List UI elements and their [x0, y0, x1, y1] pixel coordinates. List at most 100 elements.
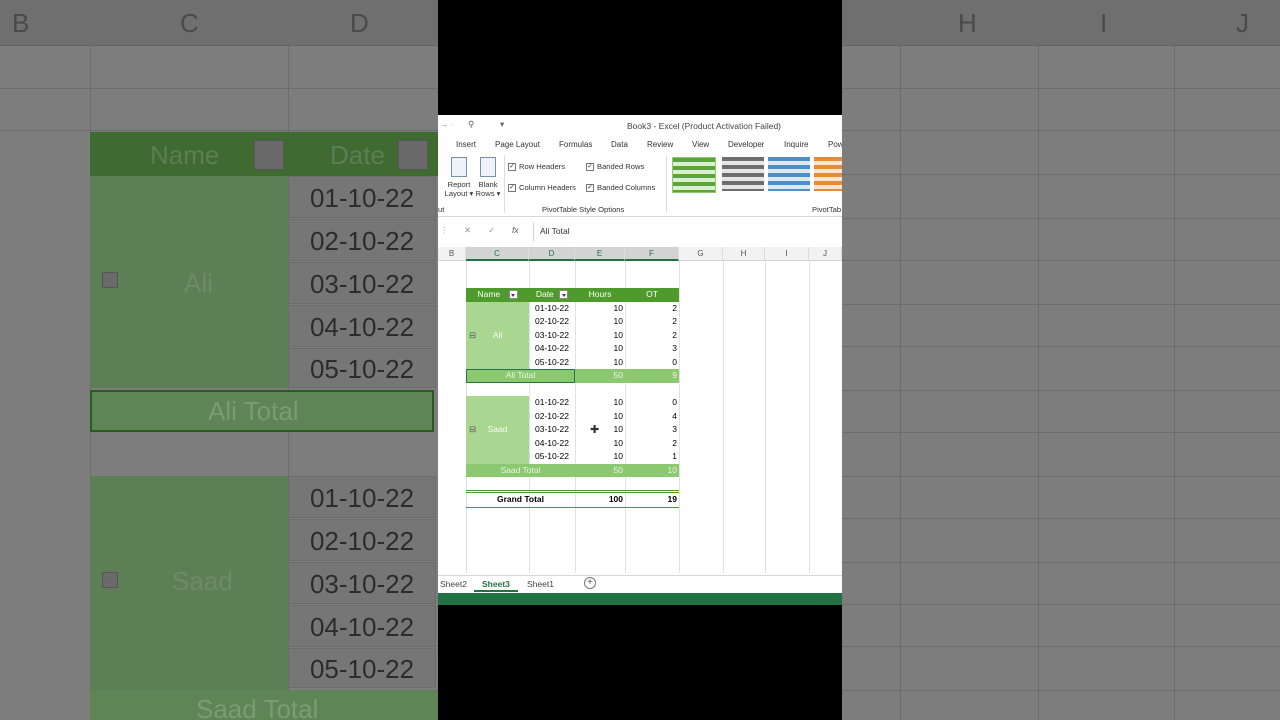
ot-cell[interactable]: 0 [625, 396, 679, 410]
hours-cell[interactable]: 10 [575, 450, 625, 464]
name-header-label: Name [477, 289, 501, 299]
banded-columns-checkbox[interactable]: ✓ Banded Columns [586, 183, 655, 192]
date-cell[interactable]: 02-10-22 [529, 315, 575, 329]
hours-cell[interactable]: 10 [575, 302, 625, 316]
ot-cell[interactable]: 2 [625, 437, 679, 451]
ot-cell[interactable]: 3 [625, 423, 679, 437]
pivot-header-name[interactable]: Name [466, 288, 529, 302]
ot-cell[interactable]: 2 [625, 302, 679, 316]
tab-review[interactable]: Review [647, 140, 673, 149]
hours-cell[interactable]: 10 [575, 342, 625, 356]
sheet-tab-sheet3[interactable]: Sheet3 [474, 576, 518, 592]
add-sheet-icon[interactable]: + [584, 577, 596, 589]
col-header-e[interactable]: E [575, 247, 625, 261]
date-filter-dropdown-icon[interactable] [559, 290, 569, 300]
group-ali[interactable]: ⊟ Ali [466, 301, 529, 370]
ribbon-design-panel: Report Layout ▾ Blank Rows ▾ ut ✓ Row Hea… [438, 153, 842, 217]
ot-cell[interactable]: 1 [625, 450, 679, 464]
col-header-d[interactable]: D [529, 247, 575, 261]
print-preview-icon[interactable]: ⚲ [468, 119, 474, 130]
ot-cell[interactable]: 3 [625, 342, 679, 356]
col-header-c[interactable]: C [466, 247, 529, 261]
col-header-b[interactable]: B [438, 247, 466, 261]
grand-total-label[interactable]: Grand Total [466, 493, 575, 507]
report-layout-label-2: Layout [444, 189, 468, 198]
hours-cell[interactable]: 10 [575, 437, 625, 451]
column-headers-checkbox[interactable]: ✓ Column Headers [508, 183, 576, 192]
ot-cell[interactable]: 4 [625, 410, 679, 424]
separator-icon: ∙ [451, 119, 454, 129]
collapse-icon[interactable]: ⊟ [469, 302, 476, 370]
date-cell[interactable]: 05-10-22 [529, 356, 575, 370]
cancel-icon[interactable]: ✕ [464, 225, 471, 236]
saad-total-hours[interactable]: 50 [575, 463, 625, 477]
date-cell[interactable]: 05-10-22 [529, 450, 575, 464]
pivot-style-orange-swatch[interactable] [814, 157, 842, 191]
hours-cell[interactable]: 10 [575, 396, 625, 410]
date-cell[interactable]: 03-10-22 [529, 423, 575, 437]
saad-total-cell[interactable]: Saad Total [466, 463, 575, 477]
tab-formulas[interactable]: Formulas [559, 140, 592, 149]
row-headers-checkbox[interactable]: ✓ Row Headers [508, 162, 565, 171]
pivot-header-ot[interactable]: OT [625, 288, 679, 302]
collapse-icon[interactable]: ⊟ [469, 396, 476, 464]
tab-developer[interactable]: Developer [728, 140, 764, 149]
ot-cell[interactable]: 2 [625, 315, 679, 329]
ali-total-ot[interactable]: 9 [625, 369, 679, 383]
bg-saad-total-label: Saad Total [196, 694, 319, 720]
group-saad[interactable]: ⊟ Saad [466, 396, 529, 464]
pivot-header-hours[interactable]: Hours [575, 288, 625, 302]
sheet-tab-sheet1[interactable]: Sheet1 [527, 579, 554, 589]
hours-cell[interactable]: 10 [575, 356, 625, 370]
blank-rows-button[interactable]: Blank Rows ▾ [474, 157, 502, 198]
tab-insert[interactable]: Insert [456, 140, 476, 149]
bg-date-cell: 04-10-22 [288, 305, 436, 347]
tab-power[interactable]: Pow [828, 140, 842, 149]
pivot-style-blue-swatch[interactable] [768, 157, 810, 191]
grand-total-ot[interactable]: 19 [625, 493, 679, 507]
sheet-tab-sheet2[interactable]: Sheet2 [440, 579, 467, 589]
report-layout-button[interactable]: Report Layout ▾ [444, 157, 474, 198]
date-cell[interactable]: 04-10-22 [529, 437, 575, 451]
tab-data[interactable]: Data [611, 140, 628, 149]
hours-cell[interactable]: 10 [575, 315, 625, 329]
checkmark-icon: ✓ [586, 163, 594, 171]
pivot-style-green-swatch[interactable] [672, 157, 716, 193]
date-cell[interactable]: 01-10-22 [529, 396, 575, 410]
col-header-h[interactable]: H [723, 247, 765, 261]
ali-total-hours[interactable]: 50 [575, 369, 625, 383]
saad-total-ot[interactable]: 10 [625, 463, 679, 477]
date-cell[interactable]: 03-10-22 [529, 329, 575, 343]
tab-view[interactable]: View [692, 140, 709, 149]
col-header-g[interactable]: G [679, 247, 723, 261]
worksheet-grid[interactable]: B C D E F G H I J Name Date Hours OT ⊟ A… [438, 247, 842, 573]
col-header-f[interactable]: F [625, 247, 679, 261]
col-header-i[interactable]: I [765, 247, 809, 261]
tab-inquire[interactable]: Inquire [784, 140, 808, 149]
tab-page-layout[interactable]: Page Layout [495, 140, 540, 149]
ot-cell[interactable]: 2 [625, 329, 679, 343]
col-header-j[interactable]: J [809, 247, 842, 261]
bg-collapse-icon [102, 572, 118, 588]
date-cell[interactable]: 02-10-22 [529, 410, 575, 424]
name-filter-dropdown-icon[interactable] [508, 290, 518, 300]
hours-cell[interactable]: 10 [575, 410, 625, 424]
pivot-header-date[interactable]: Date [529, 288, 575, 302]
enter-icon[interactable]: ✓ [488, 225, 495, 236]
customize-qat-icon[interactable]: ▾ [500, 119, 504, 130]
blank-rows-icon [480, 157, 496, 177]
date-cell[interactable]: 01-10-22 [529, 302, 575, 316]
redo-icon[interactable]: → [440, 119, 449, 129]
banded-columns-label: Banded Columns [597, 183, 656, 192]
formula-input[interactable]: Ali Total [533, 223, 842, 241]
ot-cell[interactable]: 0 [625, 356, 679, 370]
hours-cell[interactable]: 10 [575, 423, 625, 437]
pivot-style-gray-swatch[interactable] [722, 157, 764, 191]
grand-total-hours[interactable]: 100 [575, 493, 625, 507]
insert-function-icon[interactable]: fx [512, 225, 519, 235]
date-cell[interactable]: 04-10-22 [529, 342, 575, 356]
hours-cell[interactable]: 10 [575, 329, 625, 343]
layout-group-label: ut [438, 205, 445, 214]
banded-rows-checkbox[interactable]: ✓ Banded Rows [586, 162, 644, 171]
ali-total-cell[interactable]: Ali Total [466, 369, 575, 383]
